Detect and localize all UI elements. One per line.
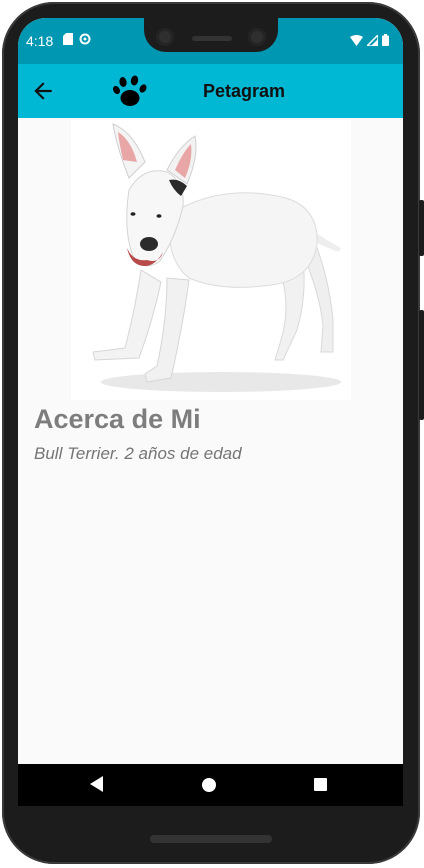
volume-button [419, 310, 424, 420]
dog-photo [71, 120, 351, 400]
front-sensor [248, 28, 266, 46]
front-camera [156, 28, 174, 46]
arrow-back-icon[interactable] [30, 78, 56, 104]
about-description: Bull Terrier. 2 años de edad [34, 444, 242, 463]
toolbar-title: Petagram [203, 81, 286, 101]
status-time: 4:18 [26, 33, 54, 49]
app-toolbar: Petagram [18, 64, 403, 118]
power-button [419, 200, 424, 256]
paw-icon [112, 75, 147, 106]
wifi-icon [350, 34, 363, 46]
sync-icon [79, 33, 91, 45]
camera-notch [144, 18, 278, 52]
recents-square-icon[interactable] [314, 778, 327, 791]
screen: 4:18 Petagram Acerca de Mi Bull Terrier.… [18, 18, 403, 806]
about-title: Acerca de Mi [34, 404, 201, 434]
sd-card-icon [63, 33, 73, 45]
bottom-speaker [150, 835, 272, 843]
back-triangle-icon[interactable] [90, 776, 104, 792]
battery-icon [382, 34, 389, 46]
home-circle-icon[interactable] [202, 778, 216, 792]
earpiece [192, 36, 232, 41]
navigation-bar [18, 764, 403, 806]
status-bar: 4:18 [18, 18, 403, 64]
signal-icon [367, 34, 378, 46]
